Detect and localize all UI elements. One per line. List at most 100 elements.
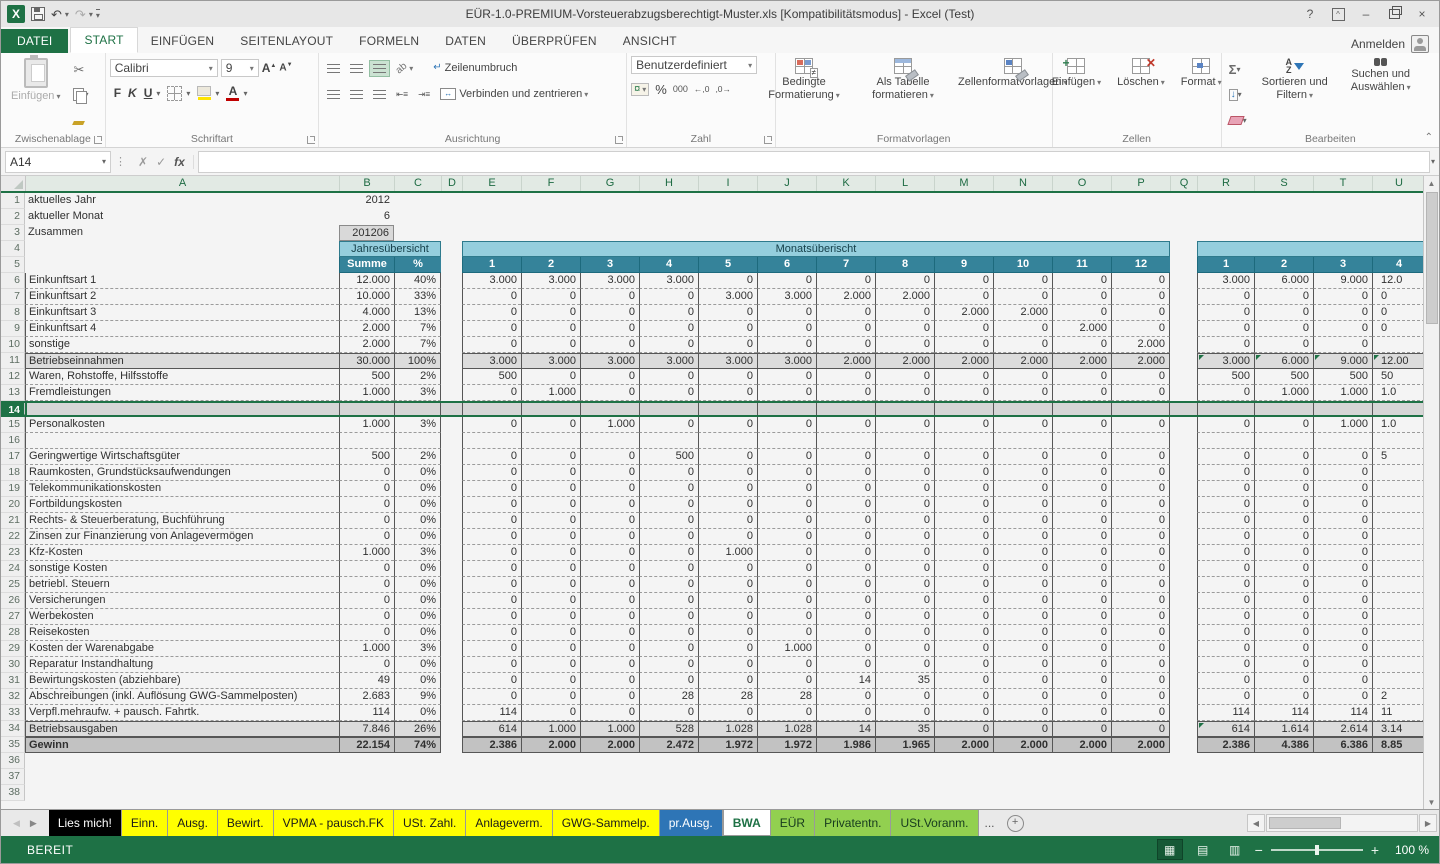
- cell-L8[interactable]: 0: [875, 305, 934, 321]
- zoom-slider-thumb[interactable]: [1315, 845, 1319, 855]
- accounting-format-icon[interactable]: ¤: [631, 83, 649, 96]
- cell-H14[interactable]: [639, 403, 698, 415]
- wrap-text-button[interactable]: ↵ Zeilenumbruch: [429, 58, 521, 78]
- cell-F25[interactable]: 0: [521, 577, 580, 593]
- cell-I24[interactable]: 0: [698, 561, 757, 577]
- col-header-N[interactable]: N: [994, 176, 1053, 191]
- cell-Q32[interactable]: [1170, 689, 1197, 705]
- cell-D12[interactable]: [441, 369, 462, 385]
- tab-datei[interactable]: DATEI: [1, 29, 68, 53]
- increase-decimal-icon[interactable]: ←,0: [694, 84, 710, 94]
- undo-icon[interactable]: ↶: [51, 8, 62, 21]
- cell-N16[interactable]: [993, 433, 1052, 449]
- cell-S32[interactable]: 0: [1254, 689, 1313, 705]
- cell-I18[interactable]: 0: [698, 465, 757, 481]
- cell-N27[interactable]: 0: [993, 609, 1052, 625]
- cell-B17[interactable]: 500: [339, 449, 394, 465]
- col-header-L[interactable]: L: [876, 176, 935, 191]
- fill-icon[interactable]: ↓: [1229, 89, 1238, 101]
- cell-I11[interactable]: 3.000: [698, 353, 757, 369]
- cell-A25[interactable]: betriebl. Steuern: [25, 577, 339, 593]
- select-all-button[interactable]: [1, 176, 26, 191]
- find-select-button[interactable]: Suchen und Auswählen: [1340, 56, 1422, 131]
- cell-H34[interactable]: 528: [639, 721, 698, 737]
- cell-E12[interactable]: 500: [462, 369, 521, 385]
- cell-H32[interactable]: 28: [639, 689, 698, 705]
- cell-I31[interactable]: 0: [698, 673, 757, 689]
- cell-N15[interactable]: 0: [993, 417, 1052, 433]
- cell-C9[interactable]: 7%: [394, 321, 441, 337]
- cell-M11[interactable]: 2.000: [934, 353, 993, 369]
- cell-C11[interactable]: 100%: [394, 353, 441, 369]
- cell-I33[interactable]: 0: [698, 705, 757, 721]
- cell-O19[interactable]: 0: [1052, 481, 1111, 497]
- cell-F30[interactable]: 0: [521, 657, 580, 673]
- clipboard-dialog-launcher[interactable]: [94, 136, 102, 144]
- cell-Q30[interactable]: [1170, 657, 1197, 673]
- cell-F23[interactable]: 0: [521, 545, 580, 561]
- cell-K12[interactable]: 0: [816, 369, 875, 385]
- cell-Q33[interactable]: [1170, 705, 1197, 721]
- row-header-33[interactable]: 33: [1, 705, 25, 721]
- cell-T13[interactable]: 1.000: [1313, 385, 1372, 401]
- sheet-tab-ust-voranm-[interactable]: USt.Voranm.: [891, 810, 978, 836]
- cell-B31[interactable]: 49: [339, 673, 394, 689]
- minimize-button[interactable]: –: [1353, 4, 1379, 24]
- number-format-select[interactable]: Benutzerdefiniert: [631, 56, 757, 74]
- horizontal-scrollbar[interactable]: ◀ ▶: [1247, 810, 1439, 836]
- scroll-up-icon[interactable]: ▲: [1428, 176, 1436, 190]
- cell-M25[interactable]: 0: [934, 577, 993, 593]
- cell-I7[interactable]: 3.000: [698, 289, 757, 305]
- cell-G13[interactable]: 0: [580, 385, 639, 401]
- cell-B30[interactable]: 0: [339, 657, 394, 673]
- cell-D20[interactable]: [441, 497, 462, 513]
- cell-E17[interactable]: 0: [462, 449, 521, 465]
- col-header-K[interactable]: K: [817, 176, 876, 191]
- cell-K8[interactable]: 0: [816, 305, 875, 321]
- insert-function-icon[interactable]: fx: [174, 155, 185, 169]
- cell-K27[interactable]: 0: [816, 609, 875, 625]
- cell-J10[interactable]: 0: [757, 337, 816, 353]
- cell-P34[interactable]: 0: [1111, 721, 1170, 737]
- cell-K10[interactable]: 0: [816, 337, 875, 353]
- row-header-16[interactable]: 16: [1, 433, 25, 449]
- sign-in[interactable]: Anmelden: [1351, 35, 1439, 53]
- next-sheet-icon[interactable]: ▶: [30, 818, 37, 829]
- cell-N19[interactable]: 0: [993, 481, 1052, 497]
- cell-H13[interactable]: 0: [639, 385, 698, 401]
- sheet-tab--[interactable]: ...: [979, 810, 1001, 836]
- cell-D23[interactable]: [441, 545, 462, 561]
- cell-U20[interactable]: [1372, 497, 1423, 513]
- cell-S23[interactable]: 0: [1254, 545, 1313, 561]
- cell-S16[interactable]: [1254, 433, 1313, 449]
- cell-H10[interactable]: 0: [639, 337, 698, 353]
- cell-D27[interactable]: [441, 609, 462, 625]
- cell-M26[interactable]: 0: [934, 593, 993, 609]
- cell-P8[interactable]: 0: [1111, 305, 1170, 321]
- row-header-10[interactable]: 10: [1, 337, 25, 353]
- cell-R18[interactable]: 0: [1197, 465, 1254, 481]
- cell-A24[interactable]: sonstige Kosten: [25, 561, 339, 577]
- cell-D11[interactable]: [441, 353, 462, 369]
- bold-button[interactable]: F: [114, 86, 121, 100]
- cell-S34[interactable]: 1.614: [1254, 721, 1313, 737]
- cell-F15[interactable]: 0: [521, 417, 580, 433]
- cell-T10[interactable]: 0: [1313, 337, 1372, 353]
- cell-O28[interactable]: 0: [1052, 625, 1111, 641]
- cell-H7[interactable]: 0: [639, 289, 698, 305]
- cell-J31[interactable]: 0: [757, 673, 816, 689]
- cell-T26[interactable]: 0: [1313, 593, 1372, 609]
- cell-P18[interactable]: 0: [1111, 465, 1170, 481]
- cell-F9[interactable]: 0: [521, 321, 580, 337]
- cell-L15[interactable]: 0: [875, 417, 934, 433]
- cell-A28[interactable]: Reisekosten: [25, 625, 339, 641]
- cell-R8[interactable]: 0: [1197, 305, 1254, 321]
- cell-L7[interactable]: 2.000: [875, 289, 934, 305]
- cell-E29[interactable]: 0: [462, 641, 521, 657]
- cell-I16[interactable]: [698, 433, 757, 449]
- cell-K23[interactable]: 0: [816, 545, 875, 561]
- cell-B20[interactable]: 0: [339, 497, 394, 513]
- zoom-level[interactable]: 100 %: [1387, 843, 1429, 857]
- cell-G10[interactable]: 0: [580, 337, 639, 353]
- cell-B32[interactable]: 2.683: [339, 689, 394, 705]
